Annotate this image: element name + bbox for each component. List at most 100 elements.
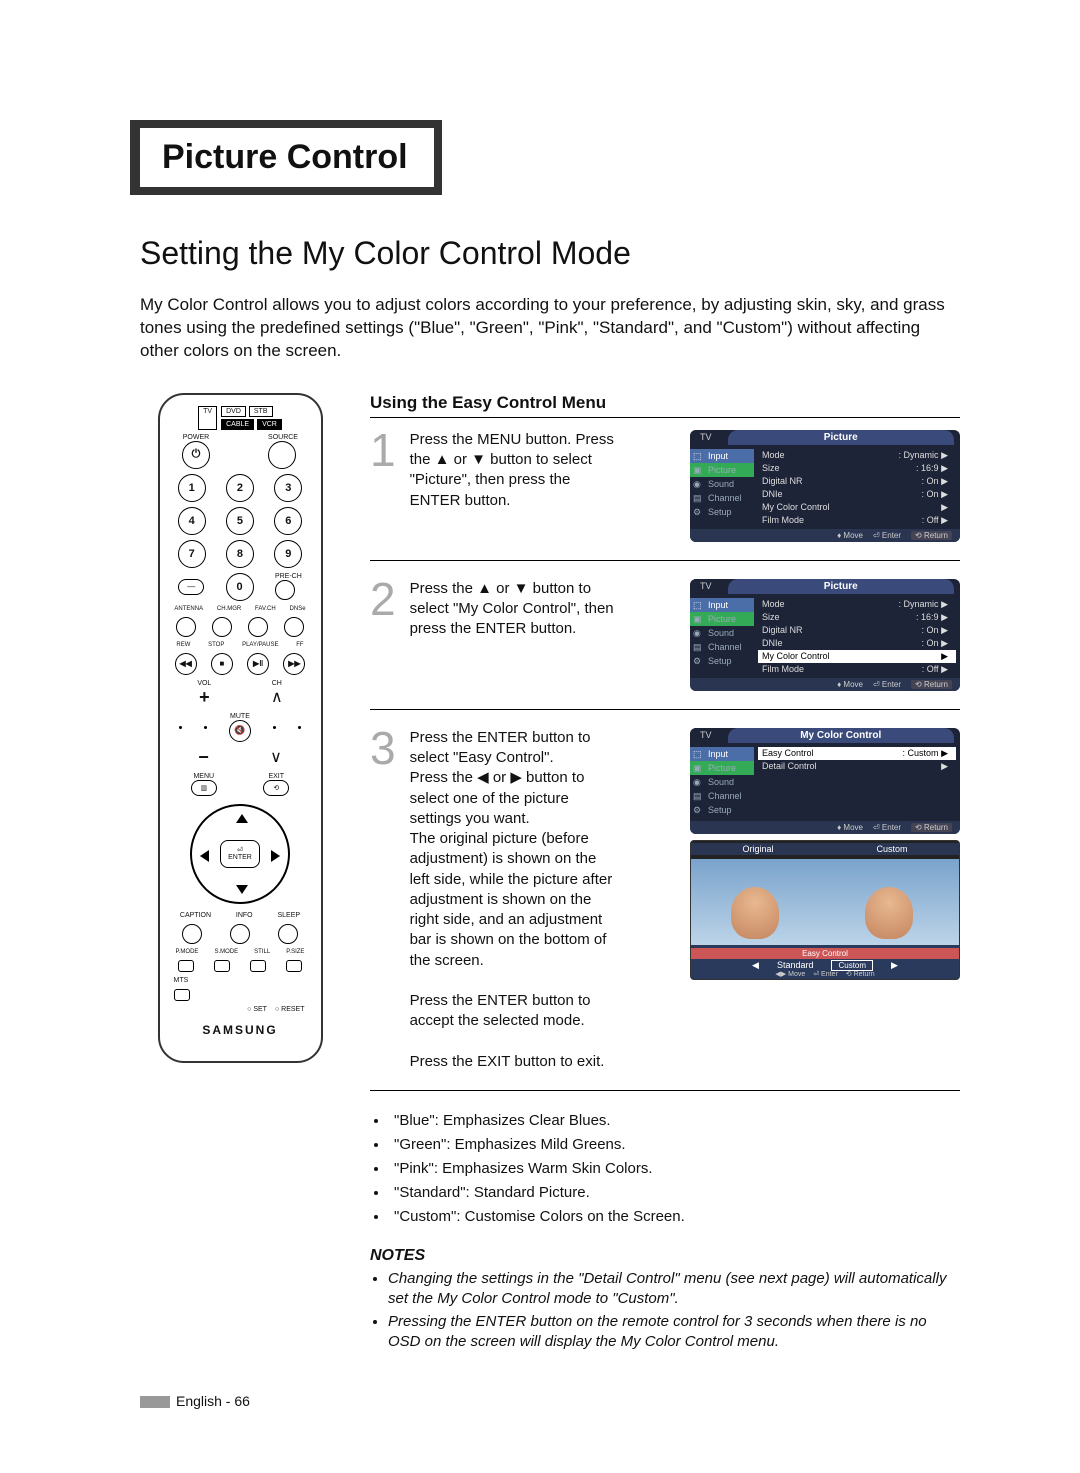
nav-left-icon (200, 850, 209, 862)
osd-heading: My Color Control (728, 728, 954, 743)
power-label: POWER (182, 434, 210, 441)
favch-button (248, 617, 268, 637)
step-2: 2 Press the ▲ or ▼ button to select "My … (370, 579, 960, 710)
preview-bar: Easy Control ◀ Standard Custom ▶ ◀▶ Move… (691, 945, 959, 979)
osd-main: Mode: Dynamic ▶ Size: 16:9 ▶ Digital NR:… (754, 594, 960, 678)
mts-button (174, 989, 190, 1001)
chapter-heading: Picture Control (130, 120, 442, 195)
osd-row-highlighted: Easy Control (762, 748, 814, 759)
osd-row: My Color Control (762, 502, 830, 513)
chapter-title: Picture Control (162, 138, 408, 177)
list-item: "Green": Emphasizes Mild Greens. (374, 1133, 960, 1157)
menu-button: ▥ (191, 780, 217, 796)
num-5: 5 (226, 507, 254, 535)
osd-side-channel: ▤Channel (690, 789, 754, 803)
osd-row: Digital NR (762, 476, 803, 487)
psize-button (286, 960, 302, 972)
preview-bar-title: Easy Control (691, 948, 959, 959)
menu-label: MENU (191, 773, 217, 780)
remote-vcr: VCR (257, 419, 282, 430)
osd-side-sound: ◉Sound (690, 775, 754, 789)
list-item: "Pink": Emphasizes Warm Skin Colors. (374, 1157, 960, 1181)
osd-row: DNIe (762, 638, 783, 649)
rew-button: ◀◀ (175, 653, 197, 675)
pmode-label: P.MODE (176, 949, 199, 955)
osd-side-setup: ⚙Setup (690, 505, 754, 519)
dnse-button (284, 617, 304, 637)
osd-row: Mode (762, 599, 785, 610)
remote-stb: STB (249, 406, 273, 417)
osd-sidebar: ⬚Input ▣Picture ◉Sound ▤Channel ⚙Setup (690, 594, 754, 678)
dash-button: — (178, 579, 204, 595)
osd-side-picture: ▣Picture (690, 761, 754, 775)
source-label: SOURCE (268, 434, 298, 441)
caption-label: CAPTION (180, 912, 211, 919)
step-text: Press the ▲ or ▼ button to select "My Co… (410, 579, 620, 691)
step-text: Press the MENU button. Press the ▲ or ▼ … (410, 430, 620, 542)
osd-tv-label: TV (690, 579, 722, 594)
stop-button: ■ (211, 653, 233, 675)
osd-tv-label: TV (690, 430, 722, 445)
num-4: 4 (178, 507, 206, 535)
prech-label: PRE-CH (275, 573, 302, 580)
notes-section: NOTES Changing the settings in the "Deta… (370, 1247, 960, 1351)
osd-row: Film Mode (762, 664, 804, 675)
step-number: 1 (370, 430, 396, 542)
nav-down-icon (236, 885, 248, 894)
list-item: "Custom": Customise Colors on the Screen… (374, 1205, 960, 1229)
osd-screenshot-3: TVMy Color Control ⬚Input ▣Picture ◉Soun… (690, 728, 960, 834)
osd-side-setup: ⚙Setup (690, 803, 754, 817)
nav-ring: ⏎ENTER (190, 804, 290, 904)
rew-label: REW (176, 642, 190, 648)
page-footer: English - 66 (140, 1393, 250, 1409)
osd-main: Mode: Dynamic ▶ Size: 16:9 ▶ Digital NR:… (754, 445, 960, 529)
preview-left-label: Original (691, 843, 825, 855)
osd-row-highlighted: My Color Control (762, 651, 830, 662)
info-button (230, 924, 250, 944)
num-9: 9 (274, 540, 302, 568)
remote-control-diagram: TV DVD STB CABLE VCR POWER (158, 393, 323, 1063)
notes-heading: NOTES (370, 1247, 960, 1265)
osd-side-picture: ▣Picture (690, 463, 754, 477)
source-button (268, 441, 296, 469)
dnse-label: DNSe (290, 606, 306, 612)
vol-up-icon: + (197, 687, 211, 708)
remote-cable: CABLE (221, 419, 254, 430)
reset-label: RESET (281, 1006, 304, 1013)
info-label: INFO (236, 912, 253, 919)
osd-row: Mode (762, 450, 785, 461)
osd-side-channel: ▤Channel (690, 640, 754, 654)
preview-custom-image (825, 859, 959, 945)
mute-label: MUTE (229, 713, 251, 720)
ff-button: ▶▶ (283, 653, 305, 675)
favch-label: FAV.CH (255, 606, 276, 612)
antenna-button (176, 617, 196, 637)
step-text: Press the ENTER button to select "Easy C… (410, 728, 620, 1072)
osd-heading: Picture (728, 579, 954, 594)
ch-down-icon: ∨ (270, 747, 282, 767)
remote-dvd: DVD (221, 406, 246, 417)
osd-side-picture: ▣Picture (690, 612, 754, 626)
ff-label: FF (296, 642, 303, 648)
osd-screenshot-2: TV Picture ⬚Input ▣Picture ◉Sound ▤Channe… (690, 579, 960, 691)
osd-side-setup: ⚙Setup (690, 654, 754, 668)
osd-side-sound: ◉Sound (690, 477, 754, 491)
still-label: STILL (254, 949, 270, 955)
intro-paragraph: My Color Control allows you to adjust co… (140, 294, 960, 363)
num-0: 0 (226, 573, 254, 601)
sleep-button (278, 924, 298, 944)
osd-sidebar: ⬚Input ▣Picture ◉Sound ▤Channel ⚙Setup (690, 743, 754, 821)
chmgr-label: CH.MGR (217, 606, 241, 612)
play-label: PLAY/PAUSE (242, 642, 278, 648)
step-number: 3 (370, 728, 396, 1072)
osd-row: DNIe (762, 489, 783, 500)
color-mode-list: "Blue": Emphasizes Clear Blues. "Green":… (374, 1109, 960, 1229)
preview-screenshot: Original Custom Easy Control ◀ Standard … (690, 840, 960, 980)
nav-right-icon (271, 850, 280, 862)
osd-sidebar: ⬚Input ▣Picture ◉Sound ▤Channel ⚙Setup (690, 445, 754, 529)
num-8: 8 (226, 540, 254, 568)
osd-row: Digital NR (762, 625, 803, 636)
ch-label: CH (271, 680, 283, 687)
num-6: 6 (274, 507, 302, 535)
brand-logo: SAMSUNG (168, 1023, 313, 1037)
